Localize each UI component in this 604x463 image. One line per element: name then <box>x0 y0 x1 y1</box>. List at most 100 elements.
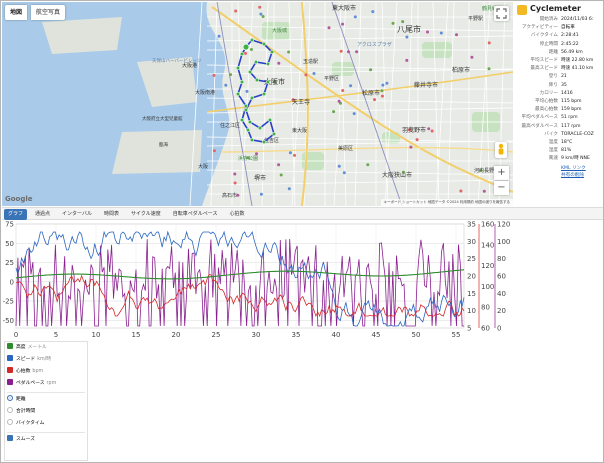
chart-canvas[interactable]: 7550250-25-500 5 10 15 20 25 30 35 40 45 50 5535302… <box>2 221 604 339</box>
map-poi-marker[interactable] <box>373 98 376 102</box>
map-poi-marker[interactable] <box>405 35 409 39</box>
route-waypoint-marker[interactable] <box>235 91 241 97</box>
map-poi-marker[interactable] <box>337 164 341 168</box>
map-poi-marker[interactable] <box>341 22 345 26</box>
map-poi-marker[interactable] <box>405 58 409 62</box>
map-poi-marker[interactable] <box>249 48 253 51</box>
x-axis-option[interactable]: バイクタイム <box>7 418 44 429</box>
route-start-marker[interactable] <box>242 43 250 51</box>
map-poi-marker[interactable] <box>327 26 331 30</box>
route-waypoint-marker[interactable] <box>267 117 273 123</box>
route-waypoint-marker[interactable] <box>269 49 275 55</box>
series-toggle[interactable]: 心拍数 bpm <box>7 366 43 377</box>
map-poi-marker[interactable] <box>371 10 375 14</box>
map-poi-marker[interactable] <box>245 89 249 93</box>
route-waypoint-marker[interactable] <box>243 103 249 109</box>
route-waypoint-marker[interactable] <box>245 127 251 133</box>
chart-tab[interactable]: インターバル <box>58 209 96 220</box>
map-poi-marker[interactable] <box>355 50 359 54</box>
smooth-toggle[interactable]: スムーズ <box>7 434 35 445</box>
series-toggle[interactable]: 高度 メートル <box>7 342 47 353</box>
series-checkbox[interactable] <box>7 366 13 373</box>
route-waypoint-marker[interactable] <box>235 65 241 71</box>
map-poi-marker[interactable] <box>259 192 263 196</box>
map-poi-marker[interactable] <box>349 84 353 88</box>
route-waypoint-marker[interactable] <box>261 41 267 47</box>
route-waypoint-marker[interactable] <box>257 125 263 131</box>
map-poi-marker[interactable] <box>380 94 384 98</box>
map-attribution[interactable]: キーボード ショートカット 地図データ ©2024 利用規約 地図の誤りを報告す… <box>380 199 513 206</box>
map-poi-marker[interactable] <box>337 99 341 103</box>
map-poi-marker[interactable] <box>288 151 292 155</box>
map-poi-marker[interactable] <box>385 81 389 85</box>
map-poi-marker[interactable] <box>482 189 486 193</box>
map-poi-marker[interactable] <box>261 15 265 18</box>
kml-link[interactable]: KML リンク <box>561 165 586 171</box>
map-poi-marker[interactable] <box>409 145 413 149</box>
map-poi-marker[interactable] <box>455 33 458 37</box>
series-checkbox[interactable] <box>7 378 13 385</box>
chart-tab[interactable]: サイクル速度 <box>127 209 165 220</box>
route-waypoint-marker[interactable] <box>249 137 255 143</box>
chart-tab[interactable]: グラフ <box>4 209 28 220</box>
smooth-checkbox[interactable] <box>7 434 13 441</box>
zoom-in-button[interactable]: + <box>494 166 509 180</box>
map-poi-marker[interactable] <box>352 112 356 116</box>
route-waypoint-marker[interactable] <box>254 77 260 83</box>
x-axis-radio[interactable] <box>7 418 13 425</box>
chart-tab[interactable]: 心拍数 <box>226 209 249 220</box>
map-poi-marker[interactable] <box>277 163 281 167</box>
map-poi-marker[interactable] <box>430 129 434 133</box>
map-poi-marker[interactable] <box>339 49 343 53</box>
route-map[interactable]: 八尾市 東大阪市 アクロスプラザ 玉造駅 大阪城 天王寺 大阪市 住吉区 堺市 大阪港 天保山ハーバ… <box>2 2 513 206</box>
x-axis-radio[interactable] <box>7 394 13 401</box>
map-poi-marker[interactable] <box>217 34 221 38</box>
map-poi-marker[interactable] <box>233 181 237 185</box>
map-poi-marker[interactable] <box>439 31 443 35</box>
route-waypoint-marker[interactable] <box>261 139 267 145</box>
map-poi-marker[interactable] <box>258 5 262 9</box>
chart-tab[interactable]: 自転車ペダルペース <box>169 209 222 220</box>
fullscreen-button[interactable] <box>494 6 509 21</box>
series-checkbox[interactable] <box>7 342 13 349</box>
route-waypoint-marker[interactable] <box>247 119 253 125</box>
map-poi-marker[interactable] <box>259 12 263 16</box>
route-waypoint-marker[interactable] <box>239 51 245 57</box>
street-view-pegman-button[interactable] <box>495 142 507 158</box>
route-waypoint-marker[interactable] <box>249 95 255 101</box>
map-type-satellite-button[interactable]: 航空写真 <box>31 5 66 20</box>
map-poi-marker[interactable] <box>369 68 373 72</box>
map-poi-marker[interactable] <box>342 171 346 175</box>
map-canvas[interactable]: 八尾市東大阪市アクロスプラザ玉造駅大阪城天王寺大阪市住吉区堺市大阪港天保山ハーバ… <box>2 2 513 206</box>
remove-share-link[interactable]: 共有の削除 <box>561 172 584 178</box>
route-waypoint-marker[interactable] <box>247 69 253 75</box>
route-waypoint-marker[interactable] <box>261 91 267 97</box>
map-poi-marker[interactable] <box>341 89 345 92</box>
map-poi-marker[interactable] <box>312 72 316 75</box>
map-poi-marker[interactable] <box>304 73 308 77</box>
map-poi-marker[interactable] <box>415 138 419 142</box>
map-poi-marker[interactable] <box>391 21 395 25</box>
map-poi-marker[interactable] <box>212 149 216 153</box>
route-waypoint-marker[interactable] <box>271 131 277 137</box>
map-poi-marker[interactable] <box>224 83 228 87</box>
map-poi-marker[interactable] <box>459 189 463 193</box>
map-poi-marker[interactable] <box>332 110 336 114</box>
map-poi-marker[interactable] <box>381 83 385 87</box>
map-poi-marker[interactable] <box>279 173 283 177</box>
map-poi-marker[interactable] <box>212 73 216 77</box>
map-poi-marker[interactable] <box>287 50 291 54</box>
x-axis-option[interactable]: 距離 <box>7 394 26 405</box>
map-poi-marker[interactable] <box>234 9 238 13</box>
chart-tab[interactable]: 通過点 <box>31 209 54 220</box>
map-poi-marker[interactable] <box>426 30 429 34</box>
map-poi-marker[interactable] <box>427 127 431 131</box>
route-waypoint-marker[interactable] <box>243 107 249 113</box>
series-checkbox[interactable] <box>7 354 13 361</box>
x-axis-option[interactable]: 合計時間 <box>7 406 35 417</box>
map-poi-marker[interactable] <box>293 153 296 157</box>
ride-chart[interactable]: 75 50 25 0 -25 -50 0 5 10 15 20 25 30 35 40 45 50 55 35 30 2… <box>2 221 604 339</box>
route-waypoint-marker[interactable] <box>265 79 271 85</box>
map-poi-marker[interactable] <box>229 73 233 77</box>
route-waypoint-marker[interactable] <box>265 61 271 67</box>
